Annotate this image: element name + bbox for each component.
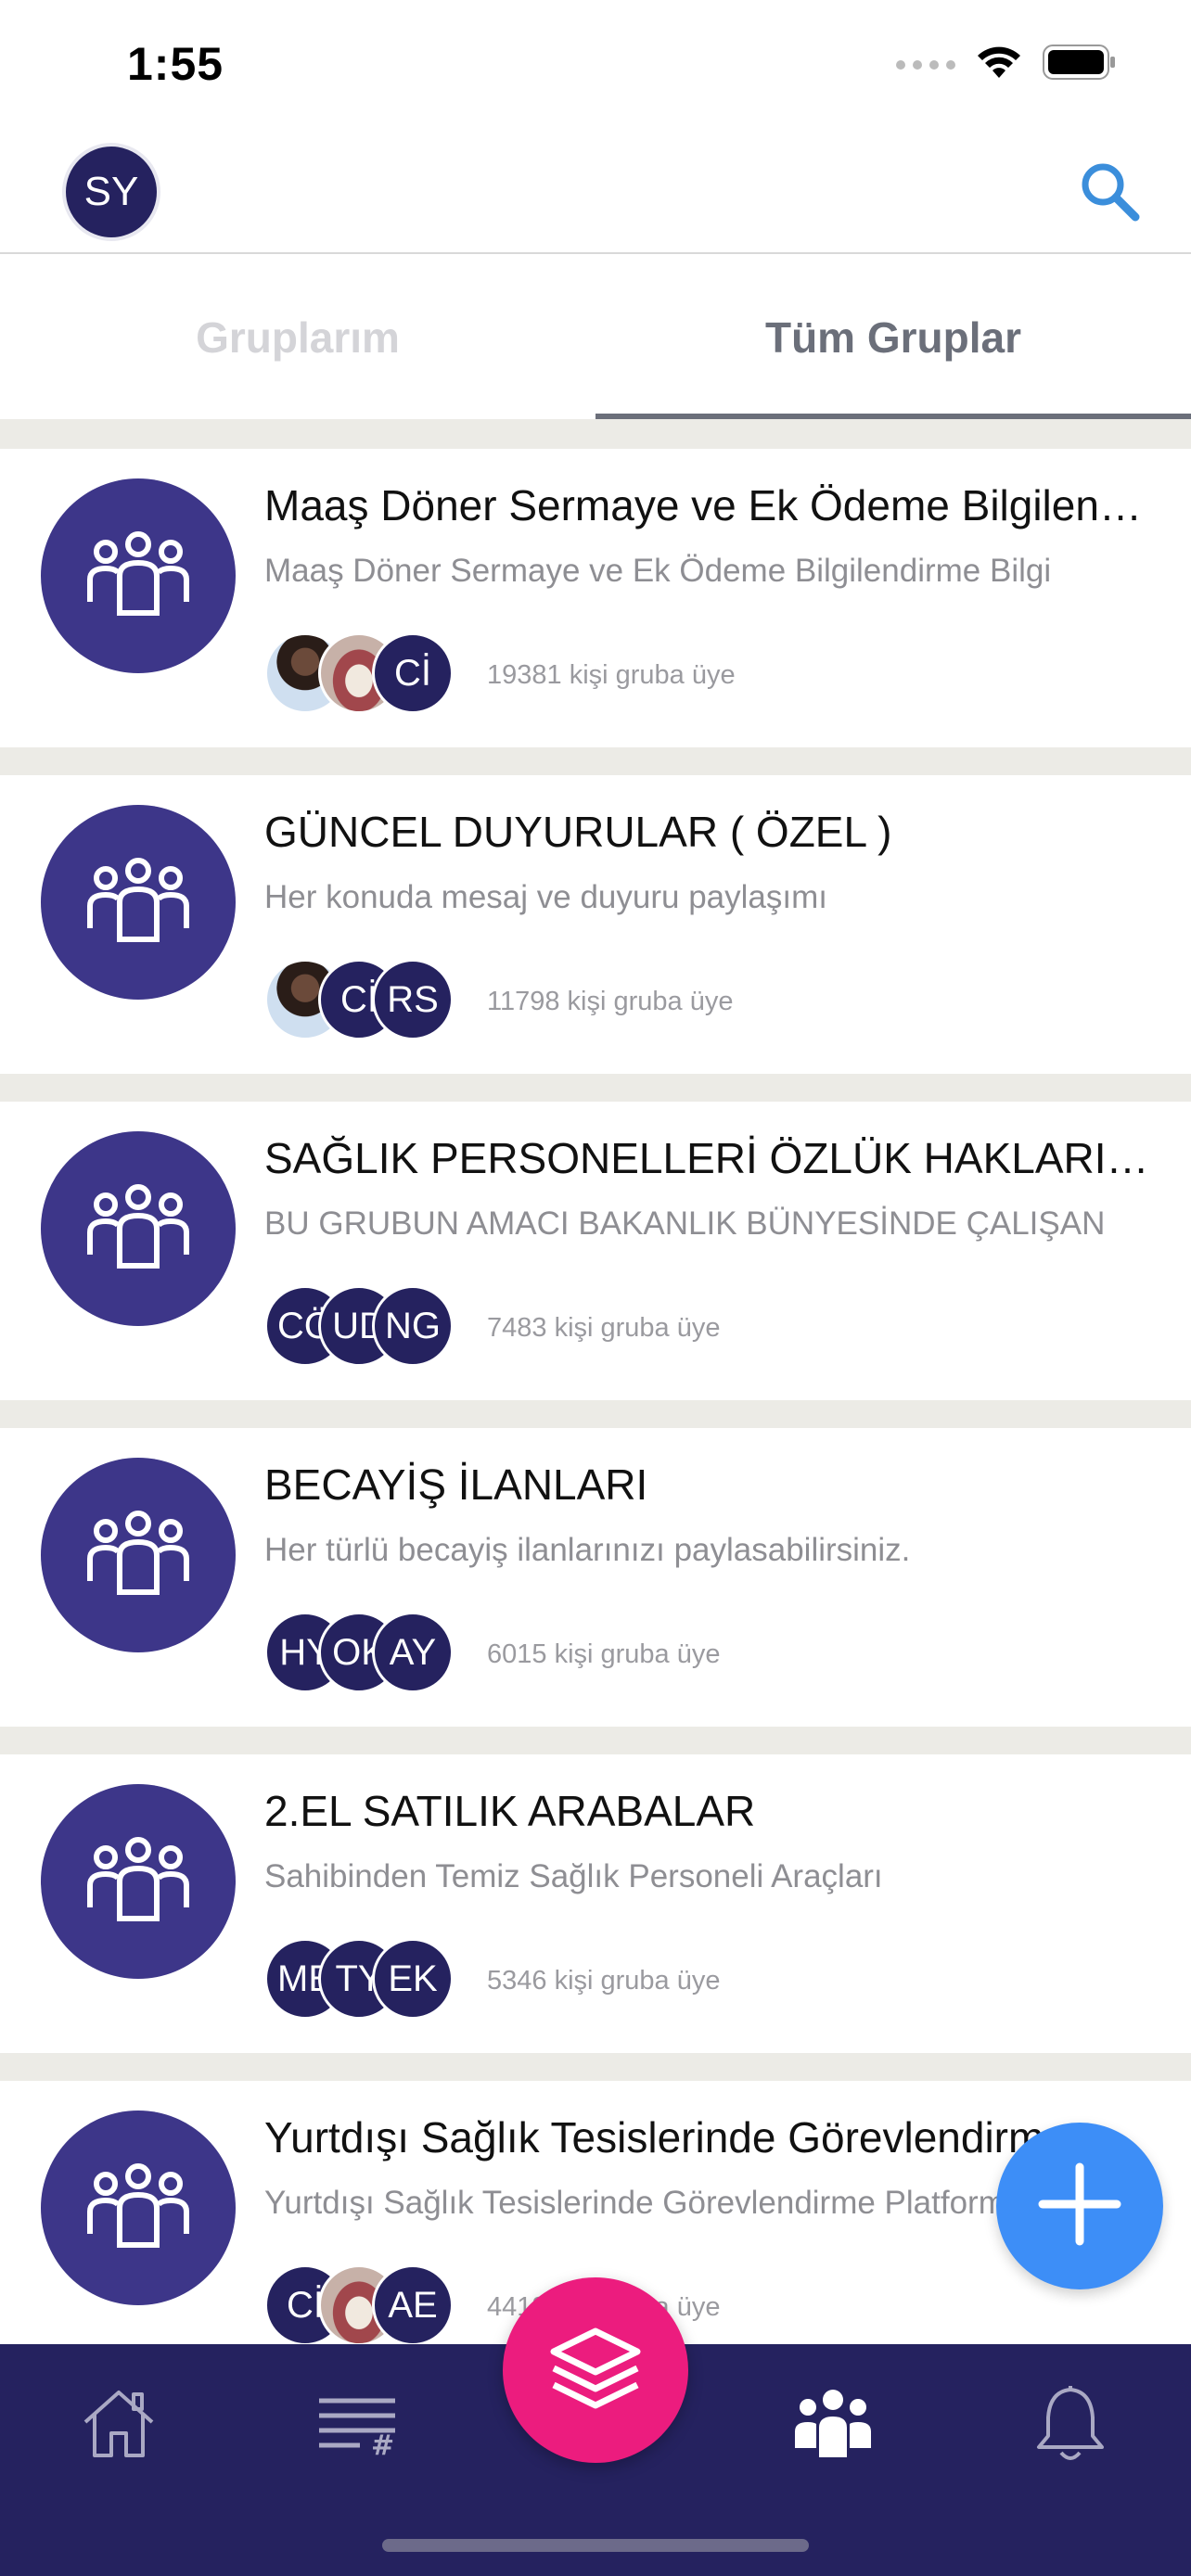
search-icon bbox=[1078, 159, 1141, 227]
status-icons bbox=[896, 45, 1117, 84]
tab-my-groups[interactable]: Gruplarım bbox=[0, 256, 596, 419]
group-list: Maaş Döner Sermaye ve Ek Ödeme Bilgilend… bbox=[0, 419, 1191, 2344]
group-description: BU GRUBUN AMACI BAKANLIK BÜNYESİNDE ÇALI… bbox=[264, 1205, 1106, 1242]
group-people-icon bbox=[83, 2160, 194, 2257]
member-count: 19381 kişi gruba üye bbox=[487, 660, 736, 690]
group-avatar bbox=[41, 1784, 236, 1979]
member-avatar: AY bbox=[372, 1612, 454, 1693]
group-people-icon bbox=[83, 1507, 194, 1604]
member-count: 5346 kişi gruba üye bbox=[487, 1966, 721, 1996]
group-title: 2.EL SATILIK ARABALAR bbox=[264, 1787, 756, 1835]
group-card[interactable]: Maaş Döner Sermaye ve Ek Ödeme Bilgilend… bbox=[0, 449, 1191, 747]
group-avatar bbox=[41, 1131, 236, 1326]
wifi-icon bbox=[976, 45, 1022, 84]
group-card[interactable]: GÜNCEL DUYURULAR ( ÖZEL ) Her konuda mes… bbox=[0, 775, 1191, 1074]
group-title: BECAYİŞ İLANLARI bbox=[264, 1460, 648, 1509]
group-card[interactable]: SAĞLIK PERSONELLERİ ÖZLÜK HAKLARI BİLGİL… bbox=[0, 1102, 1191, 1400]
group-people-icon bbox=[83, 854, 194, 951]
tab-all-groups[interactable]: Tüm Gruplar bbox=[596, 256, 1191, 419]
group-avatar bbox=[41, 805, 236, 1000]
group-title: SAĞLIK PERSONELLERİ ÖZLÜK HAKLARI BİLGİL… bbox=[264, 1134, 1155, 1182]
member-avatar: AE bbox=[372, 2264, 454, 2344]
create-group-button[interactable] bbox=[996, 2123, 1163, 2289]
member-avatars: Cİ bbox=[264, 632, 468, 716]
member-avatars: Cİ RS bbox=[264, 959, 468, 1042]
member-count: 6015 kişi gruba üye bbox=[487, 1639, 721, 1669]
member-avatar: NG bbox=[372, 1285, 454, 1367]
status-time: 1:55 bbox=[127, 38, 224, 90]
group-description: Her konuda mesaj ve duyuru paylaşımı bbox=[264, 879, 827, 915]
group-avatar bbox=[41, 1458, 236, 1652]
member-avatars: HY OK AY bbox=[264, 1612, 468, 1695]
group-avatar bbox=[41, 478, 236, 673]
member-avatar: RS bbox=[372, 959, 454, 1040]
nav-groups[interactable] bbox=[787, 2379, 879, 2472]
battery-icon bbox=[1043, 45, 1117, 84]
user-avatar[interactable]: SY bbox=[62, 143, 160, 241]
group-description: Maaş Döner Sermaye ve Ek Ödeme Bilgilend… bbox=[264, 553, 1052, 589]
plus-icon bbox=[1035, 2160, 1124, 2253]
layers-icon bbox=[544, 2322, 647, 2419]
group-title: Maaş Döner Sermaye ve Ek Ödeme Bilgilend… bbox=[264, 481, 1155, 529]
nav-home[interactable] bbox=[72, 2379, 165, 2472]
cellular-signal-icon bbox=[896, 59, 955, 70]
member-count: 7483 kişi gruba üye bbox=[487, 1313, 721, 1343]
group-people-icon bbox=[83, 1833, 194, 1931]
member-avatars: ME TY EK bbox=[264, 1938, 468, 2021]
group-people-icon bbox=[83, 1180, 194, 1278]
group-title: GÜNCEL DUYURULAR ( ÖZEL ) bbox=[264, 808, 892, 856]
hashtag-list-icon: # bbox=[315, 2391, 399, 2462]
nav-notifications[interactable] bbox=[1024, 2379, 1117, 2472]
search-button[interactable] bbox=[1072, 156, 1146, 230]
group-description: Sahibinden Temiz Sağlık Personeli Araçla… bbox=[264, 1858, 883, 1894]
group-card[interactable]: 2.EL SATILIK ARABALAR Sahibinden Temiz S… bbox=[0, 1754, 1191, 2053]
home-icon bbox=[80, 2387, 158, 2466]
group-description: Her türlü becayiş ilanlarınızı paylasabi… bbox=[264, 1532, 911, 1568]
home-indicator bbox=[382, 2539, 809, 2552]
group-avatar bbox=[41, 2111, 236, 2305]
svg-text:#: # bbox=[371, 2429, 394, 2456]
status-bar: 1:55 bbox=[0, 0, 1191, 130]
member-avatar: EK bbox=[372, 1938, 454, 2020]
group-card[interactable]: BECAYİŞ İLANLARI Her türlü becayiş ilanl… bbox=[0, 1428, 1191, 1727]
group-tabs: Gruplarım Tüm Gruplar bbox=[0, 256, 1191, 419]
member-avatar: Cİ bbox=[372, 632, 454, 714]
main-action-button[interactable] bbox=[503, 2277, 688, 2463]
member-avatars: Cİ AE bbox=[264, 2264, 468, 2344]
nav-feed[interactable]: # bbox=[311, 2379, 403, 2472]
member-count: 11798 kişi gruba üye bbox=[487, 987, 734, 1016]
bell-icon bbox=[1033, 2384, 1108, 2468]
group-people-icon bbox=[83, 528, 194, 625]
app-header: SY bbox=[0, 130, 1191, 254]
member-avatars: CÖ UD NG bbox=[264, 1285, 468, 1369]
groups-icon bbox=[791, 2387, 875, 2466]
